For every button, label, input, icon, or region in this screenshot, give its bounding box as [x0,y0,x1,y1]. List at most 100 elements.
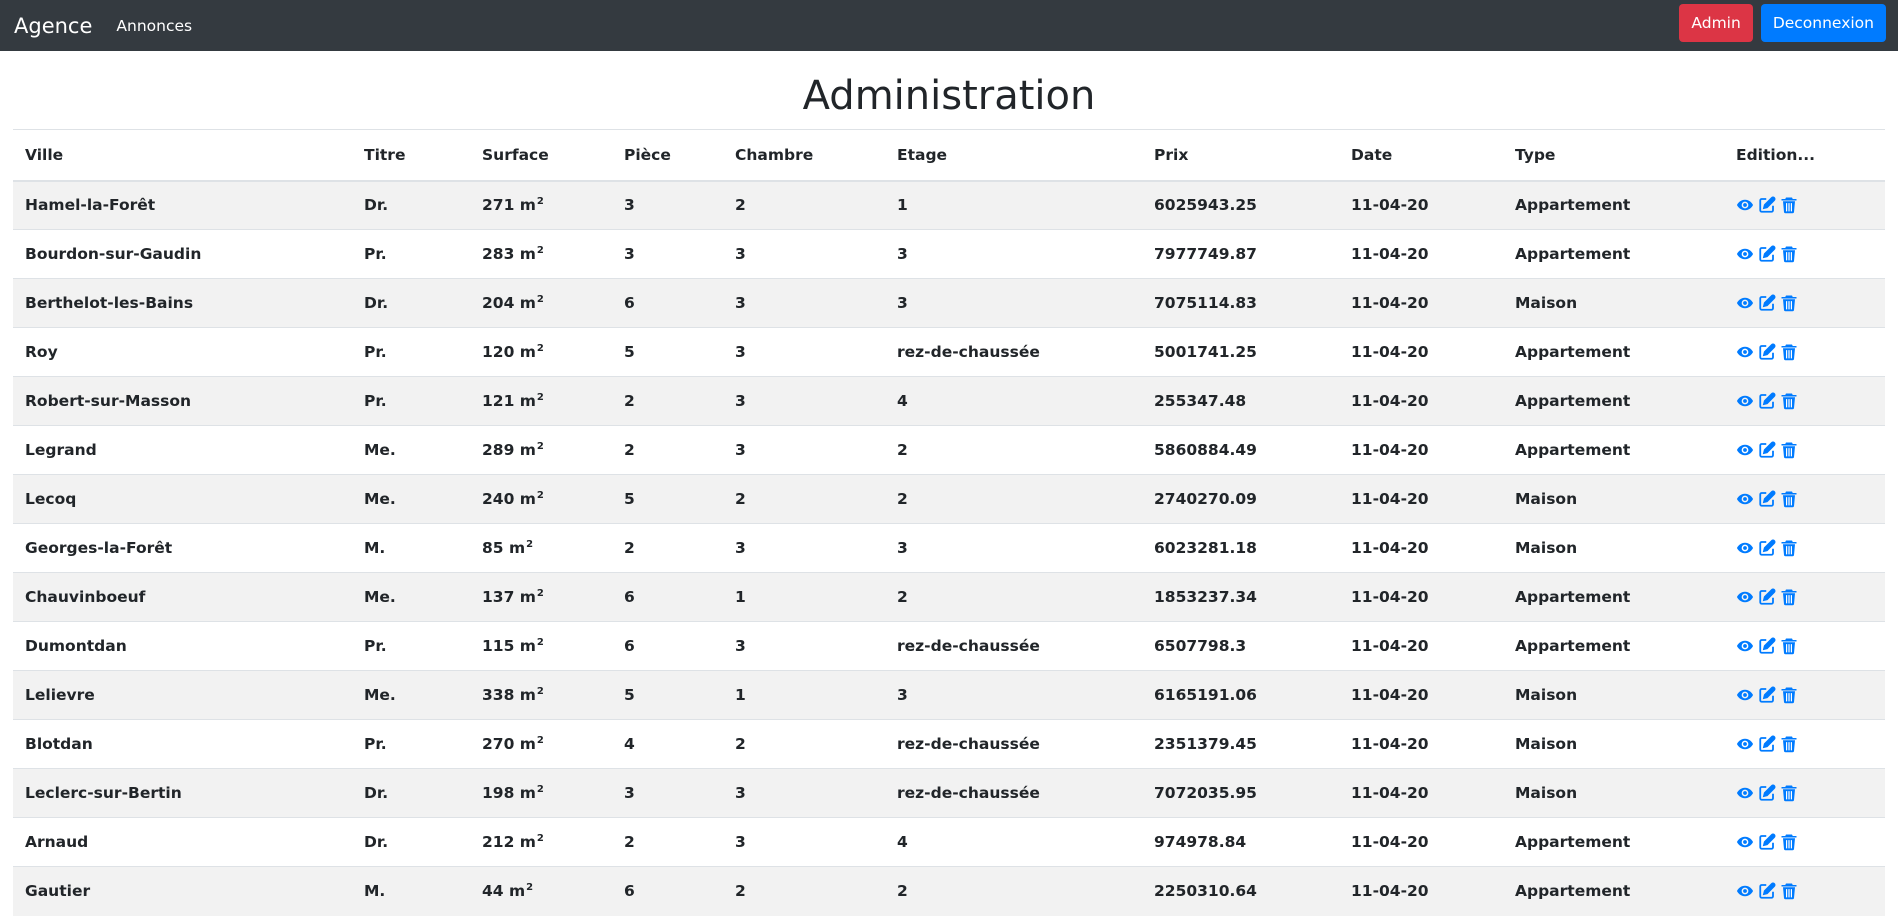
cell-chambre: 1 [735,588,746,606]
table-row: Bourdon-sur-Gaudin Pr. 283 m2 3 3 3 7977749.87… [13,229,1885,279]
row-actions [1736,735,1873,753]
cell-piece: 6 [624,294,635,312]
cell-ville: Legrand [25,441,97,459]
trash-icon[interactable] [1780,588,1798,606]
cell-edition [1724,426,1885,475]
navbar: Agence Annonces Admin Deconnexion [0,0,1898,51]
trash-icon[interactable] [1780,539,1798,557]
cell-type: Appartement [1515,392,1631,410]
cell-etage: 4 [897,392,908,410]
cell-edition [1724,573,1885,622]
row-actions [1736,441,1873,459]
trash-icon[interactable] [1780,441,1798,459]
trash-icon[interactable] [1780,637,1798,655]
table-row: Blotdan Pr. 270 m2 4 2 rez-de-chaussée 2351379… [13,719,1885,769]
trash-icon[interactable] [1780,245,1798,263]
row-actions [1736,392,1873,410]
cell-edition [1724,377,1885,426]
edit-icon[interactable] [1758,539,1776,557]
trash-icon[interactable] [1780,784,1798,802]
edit-icon[interactable] [1758,392,1776,410]
cell-surface: 115 m2 [482,637,544,655]
eye-icon[interactable] [1736,343,1754,361]
cell-edition [1724,475,1885,524]
edit-icon[interactable] [1758,196,1776,214]
table-row: Hamel-la-Forêt Dr. 271 m2 3 2 1 6025943.25 11-0… [13,180,1885,230]
edit-icon[interactable] [1758,294,1776,312]
cell-etage: 2 [897,588,908,606]
cell-ville: Chauvinboeuf [25,588,146,606]
trash-icon[interactable] [1780,833,1798,851]
header-etage: Etage [897,145,948,164]
cell-piece: 5 [624,343,635,361]
table-row: Berthelot-les-Bains Dr. 204 m2 6 3 3 7075114.8… [13,278,1885,328]
cell-date: 11-04-20 [1351,784,1429,802]
edit-icon[interactable] [1758,245,1776,263]
row-actions [1736,882,1873,900]
trash-icon[interactable] [1780,196,1798,214]
eye-icon[interactable] [1736,588,1754,606]
eye-icon[interactable] [1736,196,1754,214]
trash-icon[interactable] [1780,686,1798,704]
cell-titre: Dr. [364,196,389,215]
eye-icon[interactable] [1736,686,1754,704]
edit-icon[interactable] [1758,882,1776,900]
cell-chambre: 3 [735,245,746,263]
cell-prix: 7072035.95 [1154,784,1257,802]
eye-icon[interactable] [1736,539,1754,557]
trash-icon[interactable] [1780,882,1798,900]
cell-piece: 2 [624,539,635,557]
eye-icon[interactable] [1736,294,1754,312]
header-type: Type [1515,145,1556,164]
trash-icon[interactable] [1780,392,1798,410]
cell-prix: 255347.48 [1154,392,1247,410]
logout-button[interactable]: Deconnexion [1760,4,1886,42]
eye-icon[interactable] [1736,784,1754,802]
cell-date: 11-04-20 [1351,882,1429,901]
edit-icon[interactable] [1758,833,1776,851]
cell-etage: 1 [897,196,908,215]
edit-icon[interactable] [1758,686,1776,704]
eye-icon[interactable] [1736,637,1754,655]
cell-type: Maison [1515,539,1578,557]
edit-icon[interactable] [1758,490,1776,508]
admin-button[interactable]: Admin [1679,4,1753,42]
cell-ville: Gautier [25,882,91,901]
cell-etage: rez-de-chaussée [897,637,1040,655]
eye-icon[interactable] [1736,882,1754,900]
trash-icon[interactable] [1780,294,1798,312]
edit-icon[interactable] [1758,441,1776,459]
brand-link[interactable]: Agence [14,14,92,38]
cell-piece: 2 [624,833,635,851]
edit-icon[interactable] [1758,343,1776,361]
eye-icon[interactable] [1736,735,1754,753]
cell-titre: M. [364,539,386,557]
cell-edition [1724,818,1885,867]
nav-link-annonces[interactable]: Annonces [116,17,192,35]
edit-icon[interactable] [1758,637,1776,655]
cell-titre: Me. [364,441,396,459]
edit-icon[interactable] [1758,735,1776,753]
edit-icon[interactable] [1758,784,1776,802]
eye-icon[interactable] [1736,441,1754,459]
trash-icon[interactable] [1780,735,1798,753]
cell-prix: 2250310.64 [1154,882,1257,901]
cell-surface: 121 m2 [482,392,544,410]
eye-icon[interactable] [1736,245,1754,263]
cell-etage: 3 [897,294,908,312]
eye-icon[interactable] [1736,490,1754,508]
row-actions [1736,686,1873,704]
cell-titre: Pr. [364,392,387,410]
cell-type: Maison [1515,784,1578,802]
edit-icon[interactable] [1758,588,1776,606]
eye-icon[interactable] [1736,392,1754,410]
trash-icon[interactable] [1780,343,1798,361]
cell-prix: 6025943.25 [1154,196,1257,215]
cell-edition [1724,622,1885,671]
cell-titre: Dr. [364,784,389,802]
eye-icon[interactable] [1736,833,1754,851]
navbar-actions: Admin Deconnexion [1679,4,1886,42]
cell-piece: 5 [624,686,635,704]
cell-titre: Pr. [364,245,387,263]
trash-icon[interactable] [1780,490,1798,508]
